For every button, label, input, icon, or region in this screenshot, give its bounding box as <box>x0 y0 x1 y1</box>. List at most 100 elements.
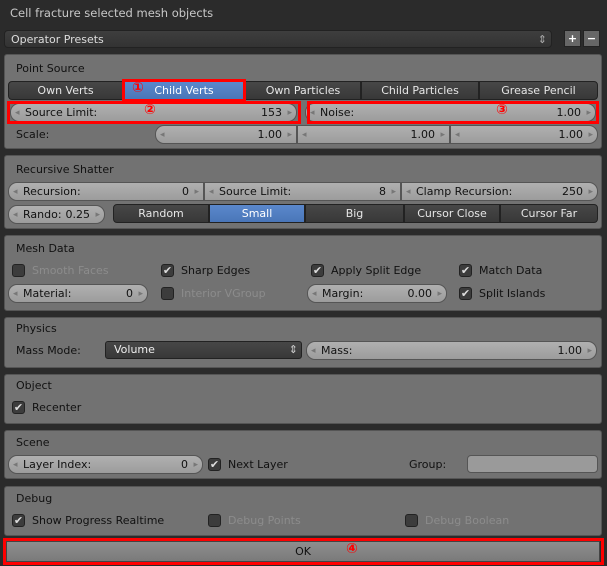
checkmark-icon: ✔ <box>208 457 221 471</box>
debug-points-checkbox[interactable]: Debug Points <box>208 512 301 528</box>
mesh-data-header: Mesh Data <box>16 242 75 255</box>
scale-label: Scale: <box>16 128 50 141</box>
split-islands-checkbox[interactable]: ✔ Split Islands <box>459 285 545 301</box>
checkbox-icon <box>405 513 418 527</box>
field-value: 250 <box>562 185 583 198</box>
annotation-2: ② <box>144 102 156 118</box>
field-label: Source Limit: <box>219 185 292 198</box>
checkbox-label: Next Layer <box>228 457 288 471</box>
field-label: Noise: <box>320 106 355 119</box>
annotation-3: ③ <box>496 102 508 118</box>
checkmark-icon: ✔ <box>12 400 25 414</box>
field-label: Recursion: <box>23 185 81 198</box>
debug-header: Debug <box>16 492 53 505</box>
field-value: 1.00 <box>557 344 583 357</box>
checkbox-label: Split Islands <box>479 286 546 300</box>
group-label: Group: <box>409 458 447 471</box>
interior-vgroup-checkbox[interactable]: Interior VGroup <box>161 285 266 301</box>
checkmark-icon: ✔ <box>459 286 472 300</box>
checkbox-icon <box>161 286 174 300</box>
own-verts-button[interactable]: Own Verts <box>8 81 123 100</box>
up-down-arrows-icon: ⇕ <box>537 33 547 46</box>
checkbox-label: Apply Split Edge <box>331 263 422 277</box>
field-label: Margin: <box>322 287 364 300</box>
field-label: Mass: <box>321 344 353 357</box>
scale-z-field[interactable]: 1.00 <box>450 125 598 144</box>
recursion-field[interactable]: Recursion: 0 <box>8 182 204 201</box>
field-value: 153 <box>261 106 282 119</box>
checkmark-icon: ✔ <box>12 513 25 527</box>
small-button[interactable]: Small <box>209 204 305 223</box>
own-particles-button[interactable]: Own Particles <box>245 81 361 100</box>
next-layer-checkbox[interactable]: ✔ Next Layer <box>208 456 288 472</box>
checkbox-icon <box>12 263 25 277</box>
field-value: 0 <box>182 185 189 198</box>
material-field[interactable]: Material: 0 <box>8 284 148 303</box>
point-source-header: Point Source <box>16 62 85 75</box>
field-label: Clamp Recursion: <box>416 185 513 198</box>
checkbox-label: Match Data <box>479 263 543 277</box>
sharp-edges-checkbox[interactable]: ✔ Sharp Edges <box>161 262 250 278</box>
recursive-source-limit-field[interactable]: Source Limit: 8 <box>204 182 401 201</box>
checkbox-label: Debug Points <box>228 513 301 527</box>
checkmark-icon: ✔ <box>459 263 472 277</box>
scene-header: Scene <box>16 436 50 449</box>
field-value: 1.00 <box>556 106 582 119</box>
noise-field[interactable]: Noise: 1.00 <box>305 103 596 122</box>
dialog-title: Cell fracture selected mesh objects <box>10 6 214 20</box>
ok-button[interactable]: OK <box>6 541 600 562</box>
operator-presets-dropdown[interactable]: Operator Presets ⇕ <box>4 30 552 48</box>
field-value: 0.00 <box>407 287 433 300</box>
annotation-1: ① <box>132 80 144 96</box>
debug-boolean-checkbox[interactable]: Debug Boolean <box>405 512 509 528</box>
child-particles-button[interactable]: Child Particles <box>361 81 479 100</box>
mass-mode-dropdown[interactable]: Volume ⇕ <box>105 341 302 359</box>
dropdown-value: Volume <box>114 343 155 356</box>
checkbox-label: Recenter <box>32 400 82 414</box>
margin-field[interactable]: Margin: 0.00 <box>307 284 447 303</box>
field-value: 0 <box>181 458 188 471</box>
object-header: Object <box>16 379 52 392</box>
match-data-checkbox[interactable]: ✔ Match Data <box>459 262 542 278</box>
big-button[interactable]: Big <box>305 204 404 223</box>
recursive-shatter-header: Recursive Shatter <box>16 163 114 176</box>
smooth-faces-checkbox[interactable]: Smooth Faces <box>12 262 109 278</box>
field-label: Rando: <box>23 208 62 221</box>
clamp-recursion-field[interactable]: Clamp Recursion: 250 <box>401 182 598 201</box>
mass-mode-label: Mass Mode: <box>16 344 81 357</box>
annotation-4: ④ <box>346 541 358 557</box>
checkbox-icon <box>208 513 221 527</box>
field-label: Source Limit: <box>25 106 98 119</box>
rando-field[interactable]: Rando:0.25 <box>8 205 105 224</box>
mass-field[interactable]: Mass: 1.00 <box>306 341 597 360</box>
checkbox-label: Smooth Faces <box>32 263 109 277</box>
physics-header: Physics <box>16 322 57 335</box>
add-preset-button[interactable]: + <box>564 30 581 47</box>
group-field[interactable] <box>467 455 598 473</box>
field-value: 1.00 <box>257 128 283 141</box>
scale-y-field[interactable]: 1.00 <box>297 125 450 144</box>
checkbox-label: Debug Boolean <box>425 513 510 527</box>
recenter-checkbox[interactable]: ✔ Recenter <box>12 399 81 415</box>
cursor-close-button[interactable]: Cursor Close <box>404 204 500 223</box>
field-value: 1.00 <box>558 128 584 141</box>
checkbox-label: Interior VGroup <box>181 286 266 300</box>
checkmark-icon: ✔ <box>311 263 324 277</box>
cursor-far-button[interactable]: Cursor Far <box>500 204 598 223</box>
field-value: 8 <box>379 185 386 198</box>
show-progress-realtime-checkbox[interactable]: ✔ Show Progress Realtime <box>12 512 164 528</box>
checkbox-label: Sharp Edges <box>181 263 251 277</box>
remove-preset-button[interactable]: − <box>583 30 600 47</box>
debug-panel <box>4 486 602 536</box>
checkmark-icon: ✔ <box>161 263 174 277</box>
apply-split-edge-checkbox[interactable]: ✔ Apply Split Edge <box>311 262 421 278</box>
random-button[interactable]: Random <box>113 204 209 223</box>
grease-pencil-button[interactable]: Grease Pencil <box>479 81 598 100</box>
scale-x-field[interactable]: 1.00 <box>155 125 297 144</box>
presets-label: Operator Presets <box>11 33 104 46</box>
field-label: Layer Index: <box>23 458 92 471</box>
layer-index-field[interactable]: Layer Index: 0 <box>8 455 203 474</box>
field-label: Material: <box>23 287 72 300</box>
field-value: 0 <box>126 287 133 300</box>
field-value: 0.25 <box>65 208 91 221</box>
